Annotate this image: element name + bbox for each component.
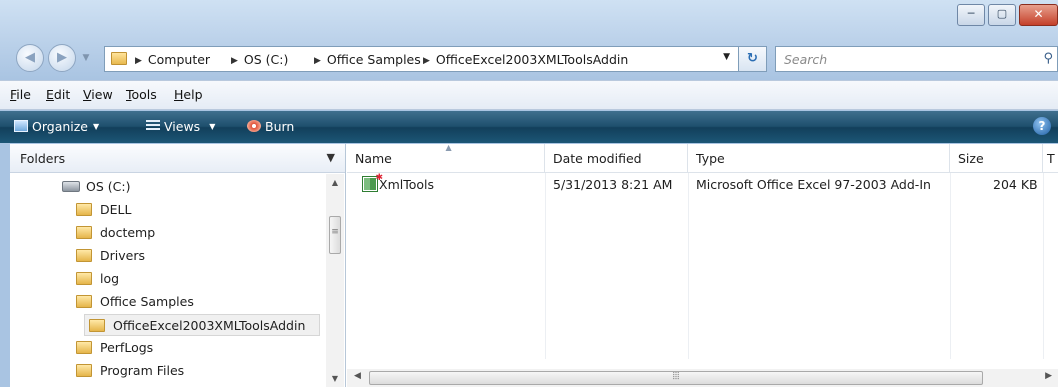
organize-button[interactable]: Organize ▼ — [14, 119, 99, 134]
tree-item-officeexcel2003xmltoolsaddin[interactable]: OfficeExcel2003XMLToolsAddin — [84, 314, 320, 336]
close-button[interactable]: ✕ — [1019, 4, 1058, 26]
maximize-icon: ▢ — [996, 7, 1008, 20]
tree-item-doctemp[interactable]: doctemp — [76, 222, 306, 244]
column-header-name[interactable]: ▲ Name — [347, 143, 545, 173]
column-divider — [950, 173, 951, 359]
folders-pane: Folders ▼ OS (C:) DELL doctemp Drivers l… — [10, 144, 346, 387]
breadcrumb-separator-icon: ▶ — [135, 56, 142, 66]
menu-bar: File Edit View Tools Help — [0, 80, 1058, 110]
breadcrumb-separator-icon: ▶ — [423, 56, 430, 66]
menu-help[interactable]: Help — [174, 87, 203, 102]
address-bar[interactable]: ▶ Computer ▶ OS (C:) ▶ Office Samples ▶ Offi… — [104, 46, 739, 72]
scroll-up-icon[interactable]: ▲ — [326, 178, 344, 187]
scroll-down-icon[interactable]: ▼ — [326, 374, 344, 383]
drive-icon — [62, 181, 80, 192]
chevron-down-icon: ▼ — [209, 122, 216, 131]
breadcrumb-separator-icon: ▶ — [231, 56, 238, 66]
burn-button[interactable]: Burn — [247, 119, 294, 134]
tree-item-office-samples[interactable]: Office Samples — [76, 291, 306, 313]
views-button[interactable]: Views ▼ — [146, 119, 215, 134]
tree-item-os-c[interactable]: OS (C:) — [62, 176, 302, 198]
forward-arrow-icon: ▶ — [57, 50, 67, 65]
folder-icon — [76, 295, 92, 308]
tree-item-drivers[interactable]: Drivers — [76, 245, 306, 267]
address-dropdown-icon[interactable]: ▼ — [723, 52, 730, 62]
folders-scrollbar[interactable]: ▲ ≡ ▼ — [326, 174, 344, 387]
column-divider — [545, 173, 546, 359]
back-button[interactable]: ◀ — [16, 44, 44, 72]
folder-icon — [111, 52, 127, 65]
chevron-down-icon[interactable]: ▼ — [327, 151, 335, 164]
scroll-thumb[interactable]: ≡ — [329, 216, 341, 254]
column-divider — [688, 173, 689, 359]
menu-edit[interactable]: Edit — [46, 87, 70, 102]
breadcrumb-office-samples[interactable]: ▶ Office Samples — [314, 52, 421, 67]
folders-title: Folders — [20, 151, 66, 166]
breadcrumb-os-c[interactable]: ▶ OS (C:) — [231, 52, 288, 67]
views-icon — [146, 120, 160, 132]
folder-icon — [76, 272, 92, 285]
file-size: 204 KB — [993, 177, 1038, 192]
close-icon: ✕ — [1033, 7, 1044, 21]
organize-icon — [14, 120, 28, 132]
scroll-thumb[interactable]: ⦙⦙⦙ — [369, 371, 983, 385]
search-box[interactable]: Search ⚲ — [775, 46, 1058, 72]
search-icon[interactable]: ⚲ — [1043, 51, 1053, 66]
folder-icon — [89, 319, 105, 332]
file-list: ▲ Name Date modified Type Size T ✱ XmlTo… — [347, 143, 1058, 387]
burn-disc-icon — [247, 120, 261, 132]
column-header-tags[interactable]: T — [1043, 144, 1058, 173]
tree-item-program-files[interactable]: Program Files — [76, 360, 306, 382]
content-area: Folders ▼ OS (C:) DELL doctemp Drivers l… — [10, 143, 1058, 387]
maximize-button[interactable]: ▢ — [988, 4, 1016, 26]
column-header-date-modified[interactable]: Date modified — [545, 144, 688, 173]
column-header-size[interactable]: Size — [950, 144, 1043, 173]
menu-tools[interactable]: Tools — [126, 87, 157, 102]
menu-view[interactable]: View — [83, 87, 113, 102]
tree-item-log[interactable]: log — [76, 268, 306, 290]
folder-icon — [76, 249, 92, 262]
help-icon[interactable]: ? — [1033, 117, 1051, 135]
column-divider — [1043, 173, 1044, 359]
file-date-modified: 5/31/2013 8:21 AM — [553, 177, 673, 192]
explorer-window: ─ ▢ ✕ ◀ ▶ ▼ ▶ Computer ▶ OS (C:) ▶ Office S… — [0, 0, 1058, 387]
folder-icon — [76, 341, 92, 354]
excel-addin-icon: ✱ — [362, 173, 383, 192]
search-placeholder: Search — [784, 52, 828, 67]
tree-item-perflogs[interactable]: PerfLogs — [76, 337, 306, 359]
back-arrow-icon: ◀ — [25, 50, 35, 65]
folder-icon — [76, 203, 92, 216]
minimize-button[interactable]: ─ — [957, 4, 985, 26]
scroll-right-icon[interactable]: ▶ — [1045, 371, 1052, 381]
file-row-xmltools[interactable]: ✱ XmlTools 5/31/2013 8:21 AM Microsoft O… — [347, 173, 1058, 196]
folder-icon — [76, 364, 92, 377]
refresh-icon: ↻ — [747, 51, 758, 66]
file-type: Microsoft Office Excel 97-2003 Add-In — [696, 177, 931, 192]
breadcrumb-computer[interactable]: ▶ Computer — [135, 52, 210, 67]
sort-ascending-icon: ▲ — [445, 143, 452, 152]
file-name: XmlTools — [379, 177, 435, 192]
file-list-scrollbar[interactable]: ◀ ⦙⦙⦙ ▶ — [347, 369, 1058, 387]
chevron-down-icon: ▼ — [93, 122, 100, 131]
minimize-icon: ─ — [967, 7, 975, 20]
refresh-button[interactable]: ↻ — [739, 46, 767, 72]
breadcrumb-separator-icon: ▶ — [314, 56, 321, 66]
command-bar: Organize ▼ Views ▼ Burn ? — [0, 111, 1058, 143]
tree-item-dell[interactable]: DELL — [76, 199, 306, 221]
folders-header[interactable]: Folders ▼ — [10, 144, 345, 173]
forward-button[interactable]: ▶ — [48, 44, 76, 72]
scroll-left-icon[interactable]: ◀ — [354, 371, 361, 381]
breadcrumb-current-folder[interactable]: ▶ OfficeExcel2003XMLToolsAddin — [423, 52, 628, 67]
menu-file[interactable]: File — [10, 87, 31, 102]
folder-icon — [76, 226, 92, 239]
column-header-type[interactable]: Type — [688, 144, 950, 173]
recent-pages-dropdown[interactable]: ▼ — [79, 50, 93, 66]
